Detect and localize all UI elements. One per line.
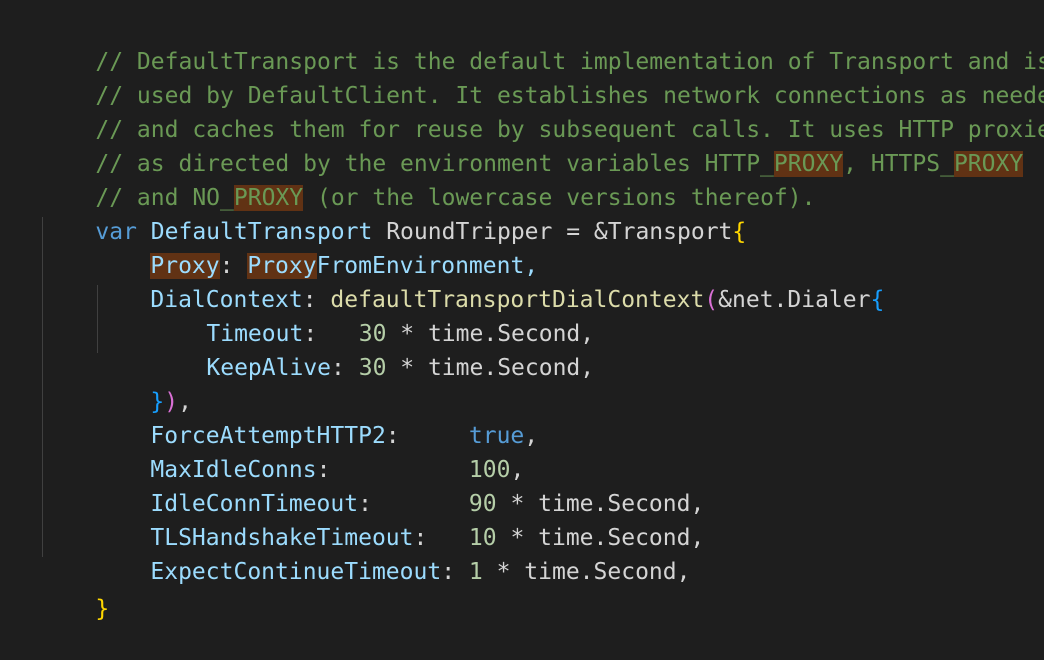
comment-text: , HTTPS_: [843, 151, 954, 177]
code-editor[interactable]: // DefaultTransport is the default imple…: [0, 0, 1044, 622]
code-line-keepalive: KeepAlive: 30 * time.Second,: [151, 317, 594, 381]
code-line-comment-4: // as directed by the environment variab…: [40, 113, 1024, 177]
comma: ,: [524, 423, 539, 449]
bracket-close: }: [95, 596, 110, 622]
code-line-comment-1: // DefaultTransport is the default imple…: [40, 11, 1044, 75]
code-line-comment-5: // and NO_PROXY (or the lowercase versio…: [40, 147, 815, 211]
bracket-open: {: [870, 287, 885, 313]
field-name: KeepAlive: [206, 355, 332, 381]
bracket-open: {: [732, 219, 747, 245]
code-line-close-transport: }: [40, 558, 109, 622]
expression: * time.Second,: [386, 355, 595, 381]
code-line-comment-3: // and caches them for reuse by subseque…: [40, 79, 1044, 143]
search-match-highlight: PROXY: [953, 151, 1024, 177]
field-name: ExpectContinueTimeout: [150, 559, 442, 585]
code-line-expectcontinuetimeout: ExpectContinueTimeout: 1 * time.Second,: [95, 521, 690, 585]
code-line-comment-2: // used by DefaultClient. It establishes…: [40, 45, 1044, 109]
code-line-tlshandshaketimeout: TLSHandshakeTimeout: 10 * time.Second,: [95, 487, 704, 551]
code-line-dialcontext: DialContext: defaultTransportDialContext…: [95, 249, 884, 313]
code-line-var-declaration: var DefaultTransport RoundTripper = &Tra…: [40, 181, 746, 245]
code-line-close-dialer: }),: [95, 351, 192, 415]
number-literal: 1: [468, 559, 483, 585]
number-literal: 30: [358, 355, 387, 381]
code-line-proxy: Proxy: ProxyFromEnvironment,: [95, 215, 538, 279]
bracket-open: (: [704, 287, 719, 313]
type-expression: &net.Dialer: [718, 287, 871, 313]
code-line-forceattempthttp2: ForceAttemptHTTP2: true,: [95, 385, 538, 449]
colon: :: [441, 559, 469, 585]
code-line-maxidleconns: MaxIdleConns: 100,: [95, 419, 524, 483]
expression: * time.Second,: [482, 559, 691, 585]
code-line-timeout: Timeout: 30 * time.Second,: [151, 283, 594, 347]
colon: :: [331, 355, 359, 381]
code-line-idleconntimeout: IdleConnTimeout: 90 * time.Second,: [95, 453, 704, 517]
